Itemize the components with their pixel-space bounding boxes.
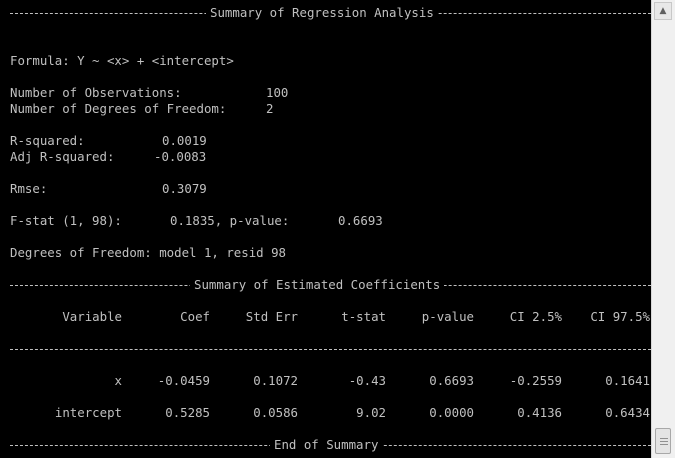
col-header-t-stat: t-stat bbox=[341, 309, 386, 324]
col-header-ci-high: CI 97.5% bbox=[590, 309, 650, 324]
table-cell: intercept bbox=[54, 405, 122, 420]
observations-value: 100 bbox=[266, 85, 289, 100]
table-cell: 0.5285 bbox=[165, 405, 210, 420]
formula-text: Formula: Y ~ <x> + <intercept> bbox=[10, 53, 234, 68]
grip-line bbox=[660, 444, 668, 445]
table-cell: 9.02 bbox=[356, 405, 386, 420]
col-header-variable: Variable bbox=[62, 309, 122, 324]
table-cell: -0.0459 bbox=[157, 373, 210, 388]
observations-label: Number of Observations: bbox=[10, 85, 182, 100]
dof-value: 2 bbox=[266, 101, 274, 116]
divider bbox=[10, 349, 651, 350]
col-header-p-value: p-value bbox=[421, 309, 474, 324]
table-cell: 0.6693 bbox=[429, 373, 474, 388]
dof-label: Number of Degrees of Freedom: bbox=[10, 101, 227, 116]
table-cell: 0.4136 bbox=[517, 405, 562, 420]
table-cell: 0.1072 bbox=[253, 373, 298, 388]
table-cell: -0.2559 bbox=[509, 373, 562, 388]
adj-r-squared-value: -0.0083 bbox=[154, 149, 207, 164]
r-squared-value: 0.0019 bbox=[162, 133, 207, 148]
table-header-divider bbox=[10, 341, 651, 357]
summary-header-title: Summary of Regression Analysis bbox=[206, 5, 438, 21]
col-header-ci-low: CI 2.5% bbox=[509, 309, 562, 324]
grip-line bbox=[660, 441, 668, 442]
summary-footer-title: End of Summary bbox=[270, 437, 383, 453]
grip-line bbox=[660, 438, 668, 439]
pvalue-value: 0.6693 bbox=[338, 213, 383, 228]
table-cell: -0.43 bbox=[348, 373, 386, 388]
coef-section-title: Summary of Estimated Coefficients bbox=[190, 277, 445, 293]
summary-header-rule: Summary of Regression Analysis bbox=[10, 5, 651, 21]
table-cell: 0.1641 bbox=[605, 373, 650, 388]
scroll-up-button[interactable]: ▲ bbox=[654, 2, 672, 20]
col-header-std-err: Std Err bbox=[245, 309, 298, 324]
fstat-value: 0.1835, p-value: bbox=[170, 213, 290, 228]
table-cell: x bbox=[114, 373, 122, 388]
r-squared-label: R-squared: bbox=[10, 133, 85, 148]
rmse-value: 0.3079 bbox=[162, 181, 207, 196]
adj-r-squared-label: Adj R-squared: bbox=[10, 149, 115, 164]
summary-footer-rule: End of Summary bbox=[10, 437, 651, 453]
coef-section-rule: Summary of Estimated Coefficients bbox=[10, 277, 651, 293]
table-cell: 0.0000 bbox=[429, 405, 474, 420]
table-cell: 0.0586 bbox=[253, 405, 298, 420]
vertical-scrollbar[interactable]: ▲ bbox=[651, 0, 675, 458]
scroll-thumb[interactable] bbox=[655, 428, 671, 454]
table-cell: 0.6434 bbox=[605, 405, 650, 420]
arrow-up-icon: ▲ bbox=[659, 6, 667, 16]
console-window[interactable]: Summary of Regression Analysis Formula: … bbox=[0, 0, 651, 458]
fstat-label: F-stat (1, 98): bbox=[10, 213, 122, 228]
rmse-label: Rmse: bbox=[10, 181, 48, 196]
col-header-coef: Coef bbox=[180, 309, 210, 324]
dof-model-text: Degrees of Freedom: model 1, resid 98 bbox=[10, 245, 287, 260]
